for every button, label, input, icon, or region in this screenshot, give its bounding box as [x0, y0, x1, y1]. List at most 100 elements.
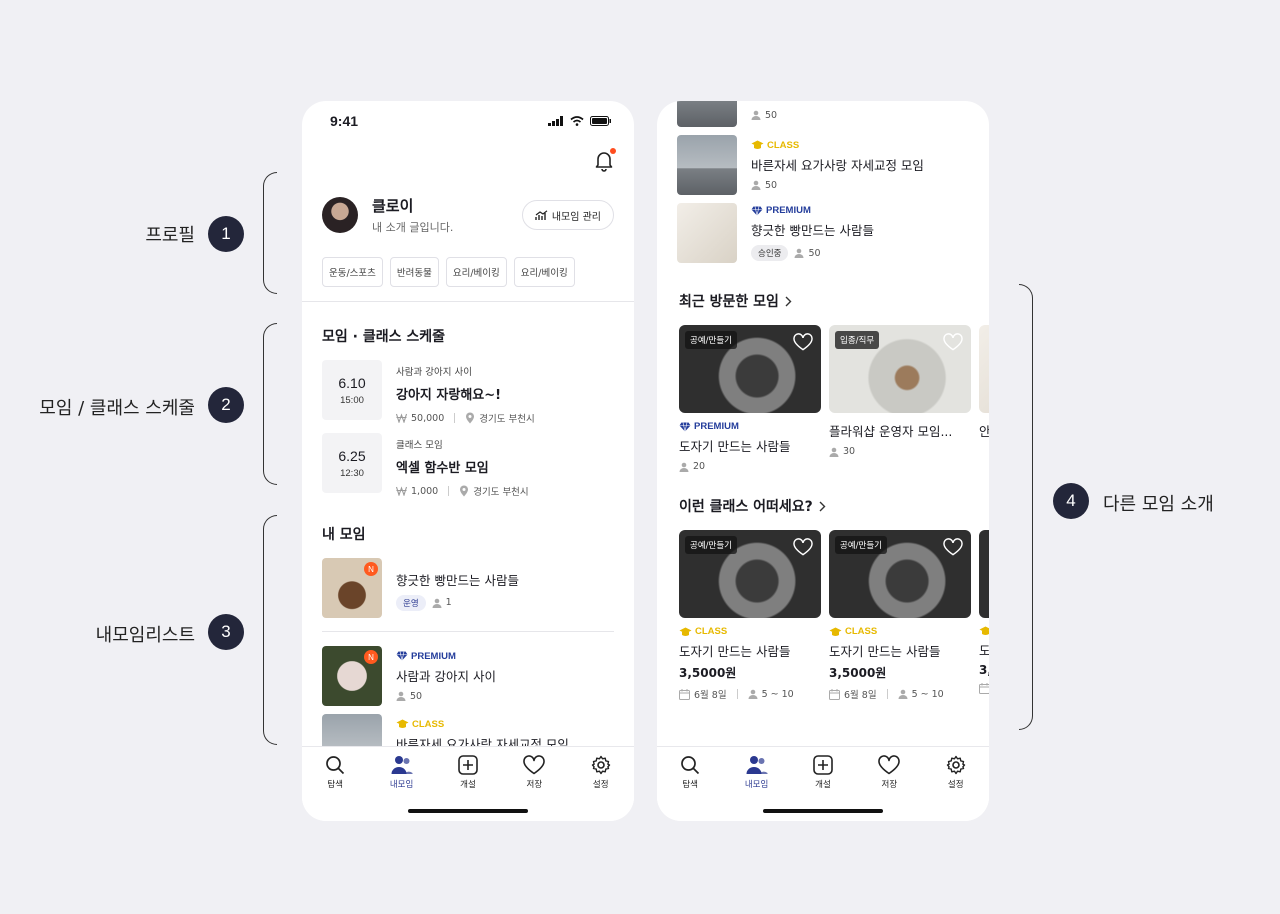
tab-explore[interactable]: 탐색 [665, 755, 715, 790]
member-count: 20 [693, 461, 706, 472]
group-thumbnail [677, 203, 737, 263]
interest-tag[interactable]: 운동/스포츠 [322, 257, 383, 287]
annotation-label-schedule: 모임 / 클래스 스케줄 [39, 398, 195, 419]
class-badge: CLASS [845, 626, 878, 637]
interest-tag[interactable]: 요리/베이킹 [445, 257, 507, 287]
member-count: 50 [410, 690, 423, 702]
my-group-item[interactable]: N PREMIUM 사람과 강아지 사이 50 [302, 646, 634, 706]
tab-my-groups[interactable]: 내모임 [732, 755, 782, 790]
group-title: 향긋한 빵만드는 사람들 [751, 223, 874, 238]
tab-my-groups[interactable]: 내모임 [377, 755, 427, 790]
member-count: 30 [843, 446, 856, 457]
schedule-item[interactable]: 6.10 15:00 사람과 강아지 사이 강아지 자랑해요~! 50,000 … [302, 360, 634, 425]
annotation-number-1: 1 [208, 216, 244, 252]
schedule-price: 50,000 [411, 412, 445, 424]
plus-square-icon [813, 755, 833, 775]
schedule-price: 1,000 [411, 485, 439, 497]
heart-outline-icon[interactable] [943, 333, 963, 351]
new-badge: N [364, 650, 378, 664]
tab-label: 설정 [947, 780, 964, 790]
card-title: 도자기 만드는 사람들 [679, 644, 791, 659]
heart-icon [523, 755, 546, 775]
phone-screen-home: 9:41 클로이 내 소개 글입니다. 내모임 관리 운동/스포츠 반려동물 요… [302, 101, 634, 821]
member-count: 50 [765, 179, 778, 191]
annotation-number-2: 2 [208, 387, 244, 423]
tab-explore[interactable]: 탐색 [310, 755, 360, 790]
tab-label: 개설 [815, 780, 831, 790]
schedule-time: 15:00 [340, 394, 364, 406]
annotation-number-3: 3 [208, 614, 244, 650]
person-icon [679, 462, 689, 472]
card-image: 입종/직무 [829, 325, 971, 413]
interest-tag[interactable]: 반려동물 [389, 257, 439, 287]
manage-groups-button[interactable]: 내모임 관리 [521, 200, 614, 230]
location-pin-icon [466, 412, 475, 424]
card-date: 6월 8일 [844, 690, 877, 701]
card-date: 6월 8일 [694, 690, 727, 701]
class-card[interactable]: 공예/만들기 CLASS 도자기 만드는 사람들 3,5000원 6월 8일 5… [829, 530, 971, 701]
avatar[interactable] [322, 197, 358, 233]
class-badge: CLASS [412, 718, 445, 730]
recent-visited-title[interactable]: 최근 방문한 모임 [657, 291, 989, 311]
schedule-item[interactable]: 6.25 12:30 클래스 모임 엑셀 함수반 모임 1,000 경기도 부천… [302, 433, 634, 498]
signal-icon [548, 116, 563, 126]
profile-name: 클로이 [372, 197, 414, 215]
group-thumbnail: N [322, 646, 382, 706]
schedule-location: 경기도 부천시 [473, 487, 529, 498]
interest-tag[interactable]: 요리/베이킹 [513, 257, 575, 287]
class-card[interactable]: 도 3,5 [979, 530, 989, 701]
chart-up-icon [535, 209, 548, 220]
group-title: 사람과 강아지 사이 [396, 668, 496, 684]
member-count: 1 [445, 597, 452, 608]
group-list-item[interactable]: 50 [657, 101, 989, 127]
class-card[interactable]: 공예/만들기 CLASS 도자기 만드는 사람들 3,5000원 6월 8일 5… [679, 530, 821, 701]
card-category: 공예/만들기 [685, 331, 737, 349]
tab-settings[interactable]: 설정 [576, 755, 626, 790]
person-icon [898, 689, 908, 699]
people-icon [746, 756, 768, 774]
calendar-icon [829, 688, 840, 700]
won-icon [396, 486, 407, 496]
schedule-time: 12:30 [340, 467, 364, 479]
tab-saved[interactable]: 저장 [509, 755, 559, 790]
card-category: 입종/직무 [835, 331, 880, 349]
schedule-date: 6.25 [338, 447, 366, 464]
heart-outline-icon[interactable] [943, 538, 963, 556]
card-image: 공예/만들기 [679, 325, 821, 413]
tab-settings[interactable]: 설정 [931, 755, 981, 790]
gear-icon [591, 755, 610, 775]
annotation-label-my-groups: 내모임리스트 [95, 625, 195, 646]
group-thumbnail [677, 135, 737, 195]
group-list-item[interactable]: CLASS 바른자세 요가사랑 자세교정 모임 50 [657, 135, 989, 195]
tab-saved[interactable]: 저장 [864, 755, 914, 790]
group-card[interactable]: 안 [979, 325, 989, 472]
tab-create[interactable]: 개설 [798, 755, 848, 790]
wifi-icon [570, 116, 584, 126]
graduation-cap-icon [751, 140, 764, 149]
heart-outline-icon[interactable] [793, 538, 813, 556]
group-list-item[interactable]: PREMIUM 향긋한 빵만드는 사람들 승인중 50 [657, 203, 989, 263]
manage-groups-label: 내모임 관리 [551, 211, 601, 223]
tab-create[interactable]: 개설 [443, 755, 493, 790]
my-groups-title: 내 모임 [322, 527, 366, 543]
class-badge: CLASS [695, 626, 728, 637]
card-people: 5 ~ 10 [911, 688, 944, 700]
card-image: 공예/만들기 [679, 530, 821, 618]
premium-badge: PREMIUM [411, 650, 456, 662]
card-image [979, 325, 989, 413]
graduation-cap-icon [979, 626, 989, 635]
calendar-icon [679, 688, 690, 700]
group-card[interactable]: 입종/직무 플라워샵 운영자 모임... 30 [829, 325, 971, 472]
group-card[interactable]: 공예/만들기 PREMIUM 도자기 만드는 사람들 20 [679, 325, 821, 472]
card-people: 5 ~ 10 [761, 688, 794, 700]
interest-tags: 운동/스포츠 반려동물 요리/베이킹 요리/베이킹 [302, 235, 634, 301]
notification-bell[interactable] [594, 148, 616, 172]
people-icon [391, 756, 413, 774]
my-group-item[interactable]: N 향긋한 빵만드는 사람들 운영 1 [302, 558, 634, 618]
group-title: 향긋한 빵만드는 사람들 [396, 572, 519, 588]
schedule-date: 6.10 [338, 374, 366, 391]
schedule-location: 경기도 부천시 [479, 414, 535, 425]
graduation-cap-icon [679, 627, 692, 636]
heart-outline-icon[interactable] [793, 333, 813, 351]
suggest-title[interactable]: 이런 클래스 어떠세요? [657, 496, 989, 516]
